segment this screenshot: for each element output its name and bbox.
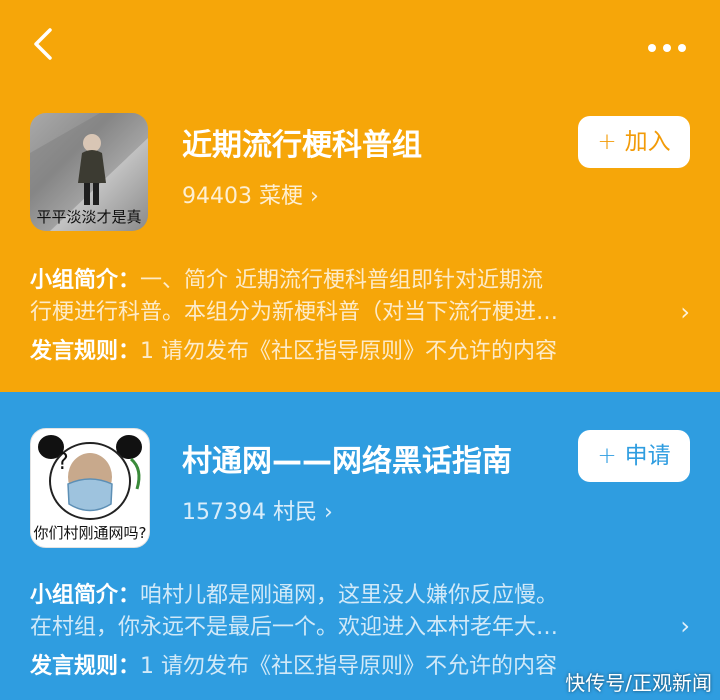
rules-label: 发言规则： [30, 339, 141, 364]
description-text: 在村组，你永远不是最后一个。欢迎进入本村老年大… [30, 615, 559, 640]
plus-icon: + [597, 129, 617, 155]
watermark: 快传号/正观新闻 [565, 671, 712, 695]
join-button[interactable]: + 加入 [578, 116, 690, 168]
posting-rules: 发言规则：1 请勿发布《社区指导原则》不允许的内容 [30, 648, 557, 680]
apply-button-label: 申请 [624, 443, 671, 469]
member-count[interactable]: 94403 菜梗 › [182, 178, 319, 210]
description-label: 小组简介： [30, 268, 141, 293]
rules-text: 1 请勿发布《社区指导原则》不允许的内容 [140, 654, 558, 679]
plus-icon: + [597, 443, 617, 469]
group-title[interactable]: 村通网——网络黑话指南 [182, 436, 512, 480]
group-avatar[interactable]: 平平淡淡才是真 [30, 113, 148, 231]
member-title: 村民 [272, 500, 317, 525]
group-title[interactable]: 近期流行梗科普组 [182, 120, 422, 164]
chevron-right-icon[interactable]: › [680, 298, 690, 326]
apply-button[interactable]: + 申请 [578, 430, 690, 482]
rules-text: 1 请勿发布《社区指导原则》不允许的内容 [140, 339, 558, 364]
group-avatar[interactable]: ? 你们村刚通网吗? [30, 428, 150, 548]
description-text: 一、简介 近期流行梗科普组即针对近期流 [140, 268, 544, 293]
back-arrow-icon[interactable] [28, 28, 60, 60]
chevron-right-icon[interactable]: › [680, 612, 690, 640]
avatar-caption: 平平淡淡才是真 [36, 208, 142, 226]
top-bar [0, 0, 720, 90]
posting-rules: 发言规则：1 请勿发布《社区指导原则》不允许的内容 [30, 333, 557, 365]
member-count[interactable]: 157394 村民 › [182, 494, 333, 526]
chevron-right-icon: › [310, 184, 319, 209]
more-options-icon[interactable] [648, 37, 694, 52]
member-title: 菜梗 [259, 184, 304, 209]
description-label: 小组简介： [30, 583, 141, 608]
group-description[interactable]: 小组简介：一、简介 近期流行梗科普组即针对近期流 行梗进行科普。本组分为新梗科普… [30, 265, 650, 329]
rules-label: 发言规则： [30, 654, 141, 679]
svg-text:?: ? [57, 450, 69, 475]
avatar-caption: 你们村刚通网吗? [33, 524, 147, 542]
member-count-number: 94403 [182, 184, 252, 209]
group-description[interactable]: 小组简介：咱村儿都是刚通网，这里没人嫌你反应慢。 在村组，你永远不是最后一个。欢… [30, 580, 650, 644]
join-button-label: 加入 [624, 129, 671, 155]
chevron-right-icon: › [324, 500, 333, 525]
description-text: 咱村儿都是刚通网，这里没人嫌你反应慢。 [140, 583, 559, 608]
description-text: 行梗进行科普。本组分为新梗科普（对当下流行梗进… [30, 300, 559, 325]
member-count-number: 157394 [182, 500, 266, 525]
